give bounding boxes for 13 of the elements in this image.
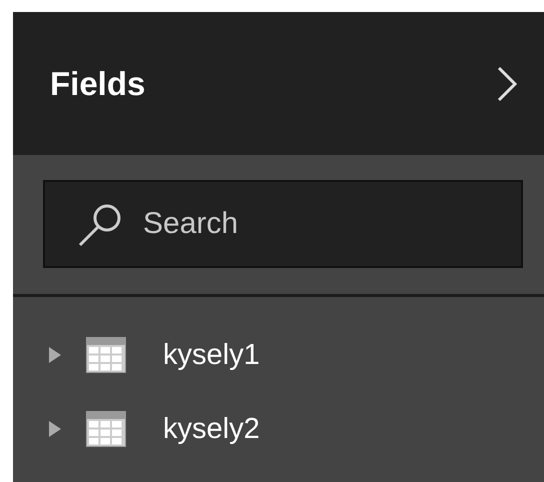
- caret-icon: [48, 420, 62, 438]
- table-icon: [86, 337, 126, 373]
- expand-toggle[interactable]: [48, 346, 62, 364]
- search-input[interactable]: Search: [141, 206, 485, 242]
- search-field[interactable]: Search: [43, 180, 523, 268]
- caret-icon: [48, 346, 62, 364]
- pane-title: Fields: [50, 64, 146, 102]
- table-name[interactable]: kysely2: [163, 412, 260, 446]
- table-name[interactable]: kysely1: [163, 338, 260, 372]
- expand-toggle[interactable]: [48, 420, 62, 438]
- collapse-button[interactable]: [496, 66, 518, 102]
- chevron-icon: [496, 66, 518, 102]
- table-icon: [86, 411, 126, 447]
